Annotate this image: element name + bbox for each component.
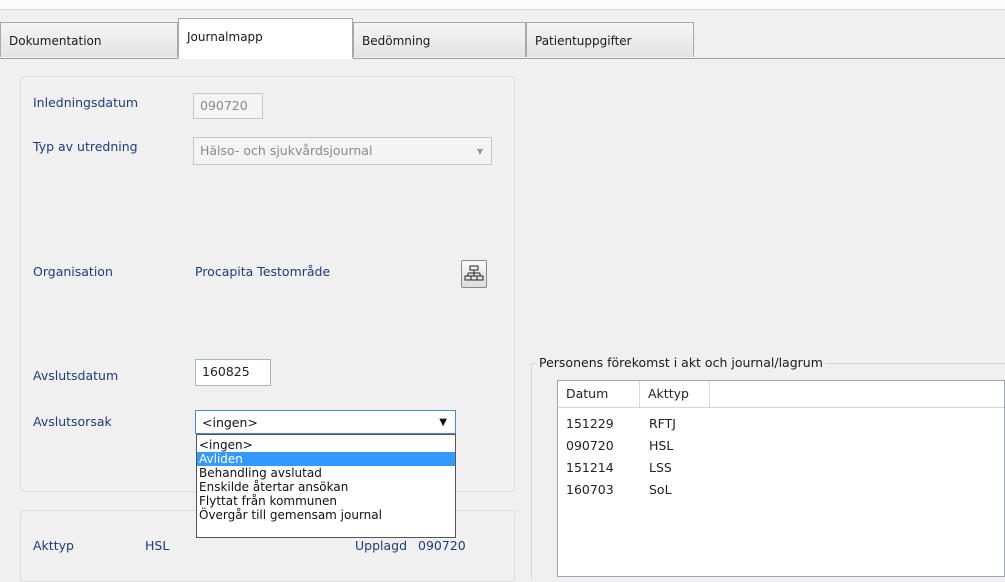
window-top-strip [0,0,1005,10]
tab-label: Patientuppgifter [535,34,632,48]
avslutsorsak-select[interactable]: <ingen> ▼ [195,410,456,434]
upplagd-label: Upplagd [355,538,408,553]
tab-patientuppgifter[interactable]: Patientuppgifter [526,22,694,57]
list-header: Datum Akttyp [558,381,1004,408]
dropdown-option-ingen[interactable]: <ingen> [197,438,455,452]
avslutsdatum-field[interactable]: 160825 [195,359,271,386]
avslutsorsak-label: Avslutsorsak [33,414,112,429]
upplagd-value: 090720 [418,538,466,553]
organisation-value: Procapita Testområde [195,264,331,279]
typ-av-utredning-value: Hälso- och sjukvårdsjournal [200,143,373,158]
cell-datum: 160703 [566,482,614,497]
cell-akttyp: RFTJ [649,416,676,431]
organisation-label: Organisation [33,264,113,279]
chevron-down-icon: ▼ [439,417,447,428]
chevron-down-icon: ▼ [476,147,483,156]
cell-datum: 151229 [566,416,614,431]
org-tree-icon [464,265,484,281]
cell-akttyp: LSS [649,460,672,475]
typ-av-utredning-label: Typ av utredning [33,139,138,154]
cell-datum: 151214 [566,460,614,475]
cell-datum: 090720 [566,438,614,453]
tab-journalmapp[interactable]: Journalmapp [178,18,353,59]
organisation-picker-button[interactable] [461,260,487,288]
occurrence-list[interactable]: Datum Akttyp 151229 RFTJ 090720 HSL 1512… [557,380,1005,577]
dropdown-option-avliden[interactable]: Avliden [197,452,455,466]
cell-akttyp: HSL [649,438,674,453]
akttyp-label: Akttyp [33,538,74,553]
avslutsdatum-label: Avslutsdatum [33,368,119,383]
tab-label: Journalmapp [187,30,263,44]
akttyp-value: HSL [145,538,170,553]
column-header-datum[interactable]: Datum [558,381,640,407]
avslutsorsak-value: <ingen> [202,415,258,430]
dropdown-option-enskilde-atertar[interactable]: Enskilde återtar ansökan [197,480,455,494]
cell-akttyp: SoL [649,482,672,497]
inledningsdatum-label: Inledningsdatum [33,95,139,110]
dropdown-option-behandling-avslutad[interactable]: Behandling avslutad [197,466,455,480]
tab-bedomning[interactable]: Bedömning [353,22,526,57]
tab-dokumentation[interactable]: Dokumentation [0,22,178,57]
typ-av-utredning-select[interactable]: Hälso- och sjukvårdsjournal ▼ [193,137,492,165]
tab-label: Dokumentation [9,34,102,48]
inledningsdatum-field[interactable]: 090720 [193,93,263,119]
avslutsorsak-dropdown-list: <ingen> Avliden Behandling avslutad Ensk… [196,434,456,538]
dropdown-option-flyttat[interactable]: Flyttat från kommunen [197,494,455,508]
dropdown-option-overgar[interactable]: Övergår till gemensam journal [197,508,455,522]
occurrence-group-title: Personens förekomst i akt och journal/la… [537,355,825,370]
tab-label: Bedömning [362,34,431,48]
column-header-akttyp[interactable]: Akttyp [640,381,710,407]
